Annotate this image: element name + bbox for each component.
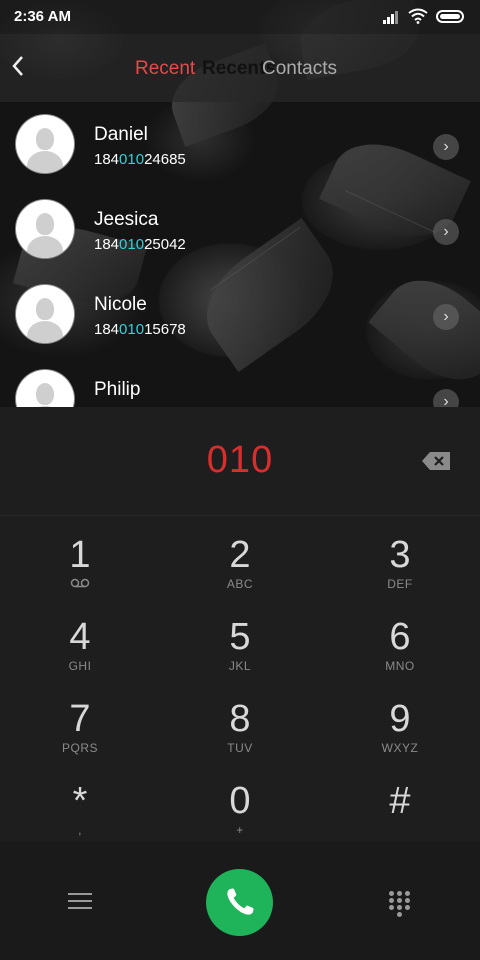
avatar: [16, 200, 74, 258]
call-button[interactable]: [206, 869, 273, 936]
status-time: 2:36 AM: [14, 8, 71, 25]
key-letters: MNO: [385, 659, 415, 673]
status-bar: 2:36 AM: [0, 0, 480, 34]
dialer-screen: 2:36 AM Recent Recents Contacts Daniel 1…: [0, 0, 480, 960]
key-letters: WXYZ: [381, 741, 419, 755]
key-2[interactable]: 2 ABC: [190, 525, 290, 607]
chevron-left-icon[interactable]: [8, 52, 34, 82]
key-digit: 9: [389, 698, 411, 740]
contact-name: Philip: [94, 379, 141, 400]
avatar: [16, 115, 74, 173]
chevron-right-icon[interactable]: ›: [433, 304, 459, 330]
key-6[interactable]: 6 MNO: [350, 607, 450, 689]
list-item[interactable]: Philip ›: [0, 357, 480, 407]
key-letters: ABC: [226, 577, 254, 591]
tab-recent[interactable]: Recent: [135, 58, 195, 80]
wifi-icon: [408, 8, 428, 24]
key-1[interactable]: 1: [30, 525, 130, 607]
chevron-right-icon[interactable]: ›: [433, 134, 459, 160]
tab-contacts[interactable]: Contacts: [262, 58, 337, 80]
key-digit: 2: [229, 534, 251, 576]
header: Recent Recents Contacts: [0, 34, 480, 102]
contact-suggestion-list: Daniel 18401024685 › Jeesica 18401025042…: [0, 102, 480, 407]
contact-name: Jeesica: [94, 209, 159, 230]
keypad-icon[interactable]: [389, 891, 411, 917]
contact-name: Nicole: [94, 294, 147, 315]
dialer-bottom-bar: [0, 841, 480, 960]
key-digit: 7: [69, 698, 91, 740]
key-letters: DEF: [387, 577, 413, 591]
list-item[interactable]: Daniel 18401024685 ›: [0, 102, 480, 187]
battery-icon: [436, 10, 464, 23]
key-digit: 0: [229, 780, 251, 822]
key-8[interactable]: 8 TUV: [190, 689, 290, 771]
dialer-pad: 010 1 2 ABC 3 DEF 4 GHI 5 JKL 6 MNO 7 PQ…: [0, 407, 480, 960]
list-item[interactable]: Jeesica 18401025042 ›: [0, 187, 480, 272]
key-digit: #: [389, 780, 411, 822]
key-digit: 8: [229, 698, 251, 740]
backspace-icon[interactable]: [421, 451, 451, 471]
key-digit: 3: [389, 534, 411, 576]
contact-number: 18401025042: [94, 236, 186, 253]
phone-icon: [227, 888, 254, 915]
key-digit: *: [72, 780, 88, 822]
avatar: [16, 370, 74, 407]
key-digit: 4: [69, 616, 91, 658]
list-item[interactable]: Nicole 18401015678 ›: [0, 272, 480, 357]
contact-number: 18401024685: [94, 151, 186, 168]
key-9[interactable]: 9 WXYZ: [350, 689, 450, 771]
chevron-right-icon[interactable]: ›: [433, 219, 459, 245]
key-7[interactable]: 7 PQRS: [30, 689, 130, 771]
chevron-right-icon[interactable]: ›: [433, 389, 459, 407]
menu-icon[interactable]: [68, 893, 92, 911]
key-4[interactable]: 4 GHI: [30, 607, 130, 689]
key-5[interactable]: 5 JKL: [190, 607, 290, 689]
contact-name: Daniel: [94, 124, 148, 145]
contact-number: 18401015678: [94, 321, 186, 338]
voicemail-icon: [30, 577, 130, 591]
key-3[interactable]: 3 DEF: [350, 525, 450, 607]
key-letters: PQRS: [61, 741, 98, 755]
key-letters: +: [236, 823, 244, 837]
number-entry: 010: [0, 407, 480, 516]
key-letters: GHI: [68, 659, 92, 673]
signal-icon: [383, 10, 401, 24]
key-digit: 1: [69, 534, 91, 576]
avatar: [16, 285, 74, 343]
key-letters: ,: [78, 823, 82, 837]
key-digit: 5: [229, 616, 251, 658]
key-digit: 6: [389, 616, 411, 658]
key-letters: TUV: [227, 741, 253, 755]
key-letters: JKL: [228, 659, 252, 673]
entered-number[interactable]: 010: [0, 439, 480, 482]
